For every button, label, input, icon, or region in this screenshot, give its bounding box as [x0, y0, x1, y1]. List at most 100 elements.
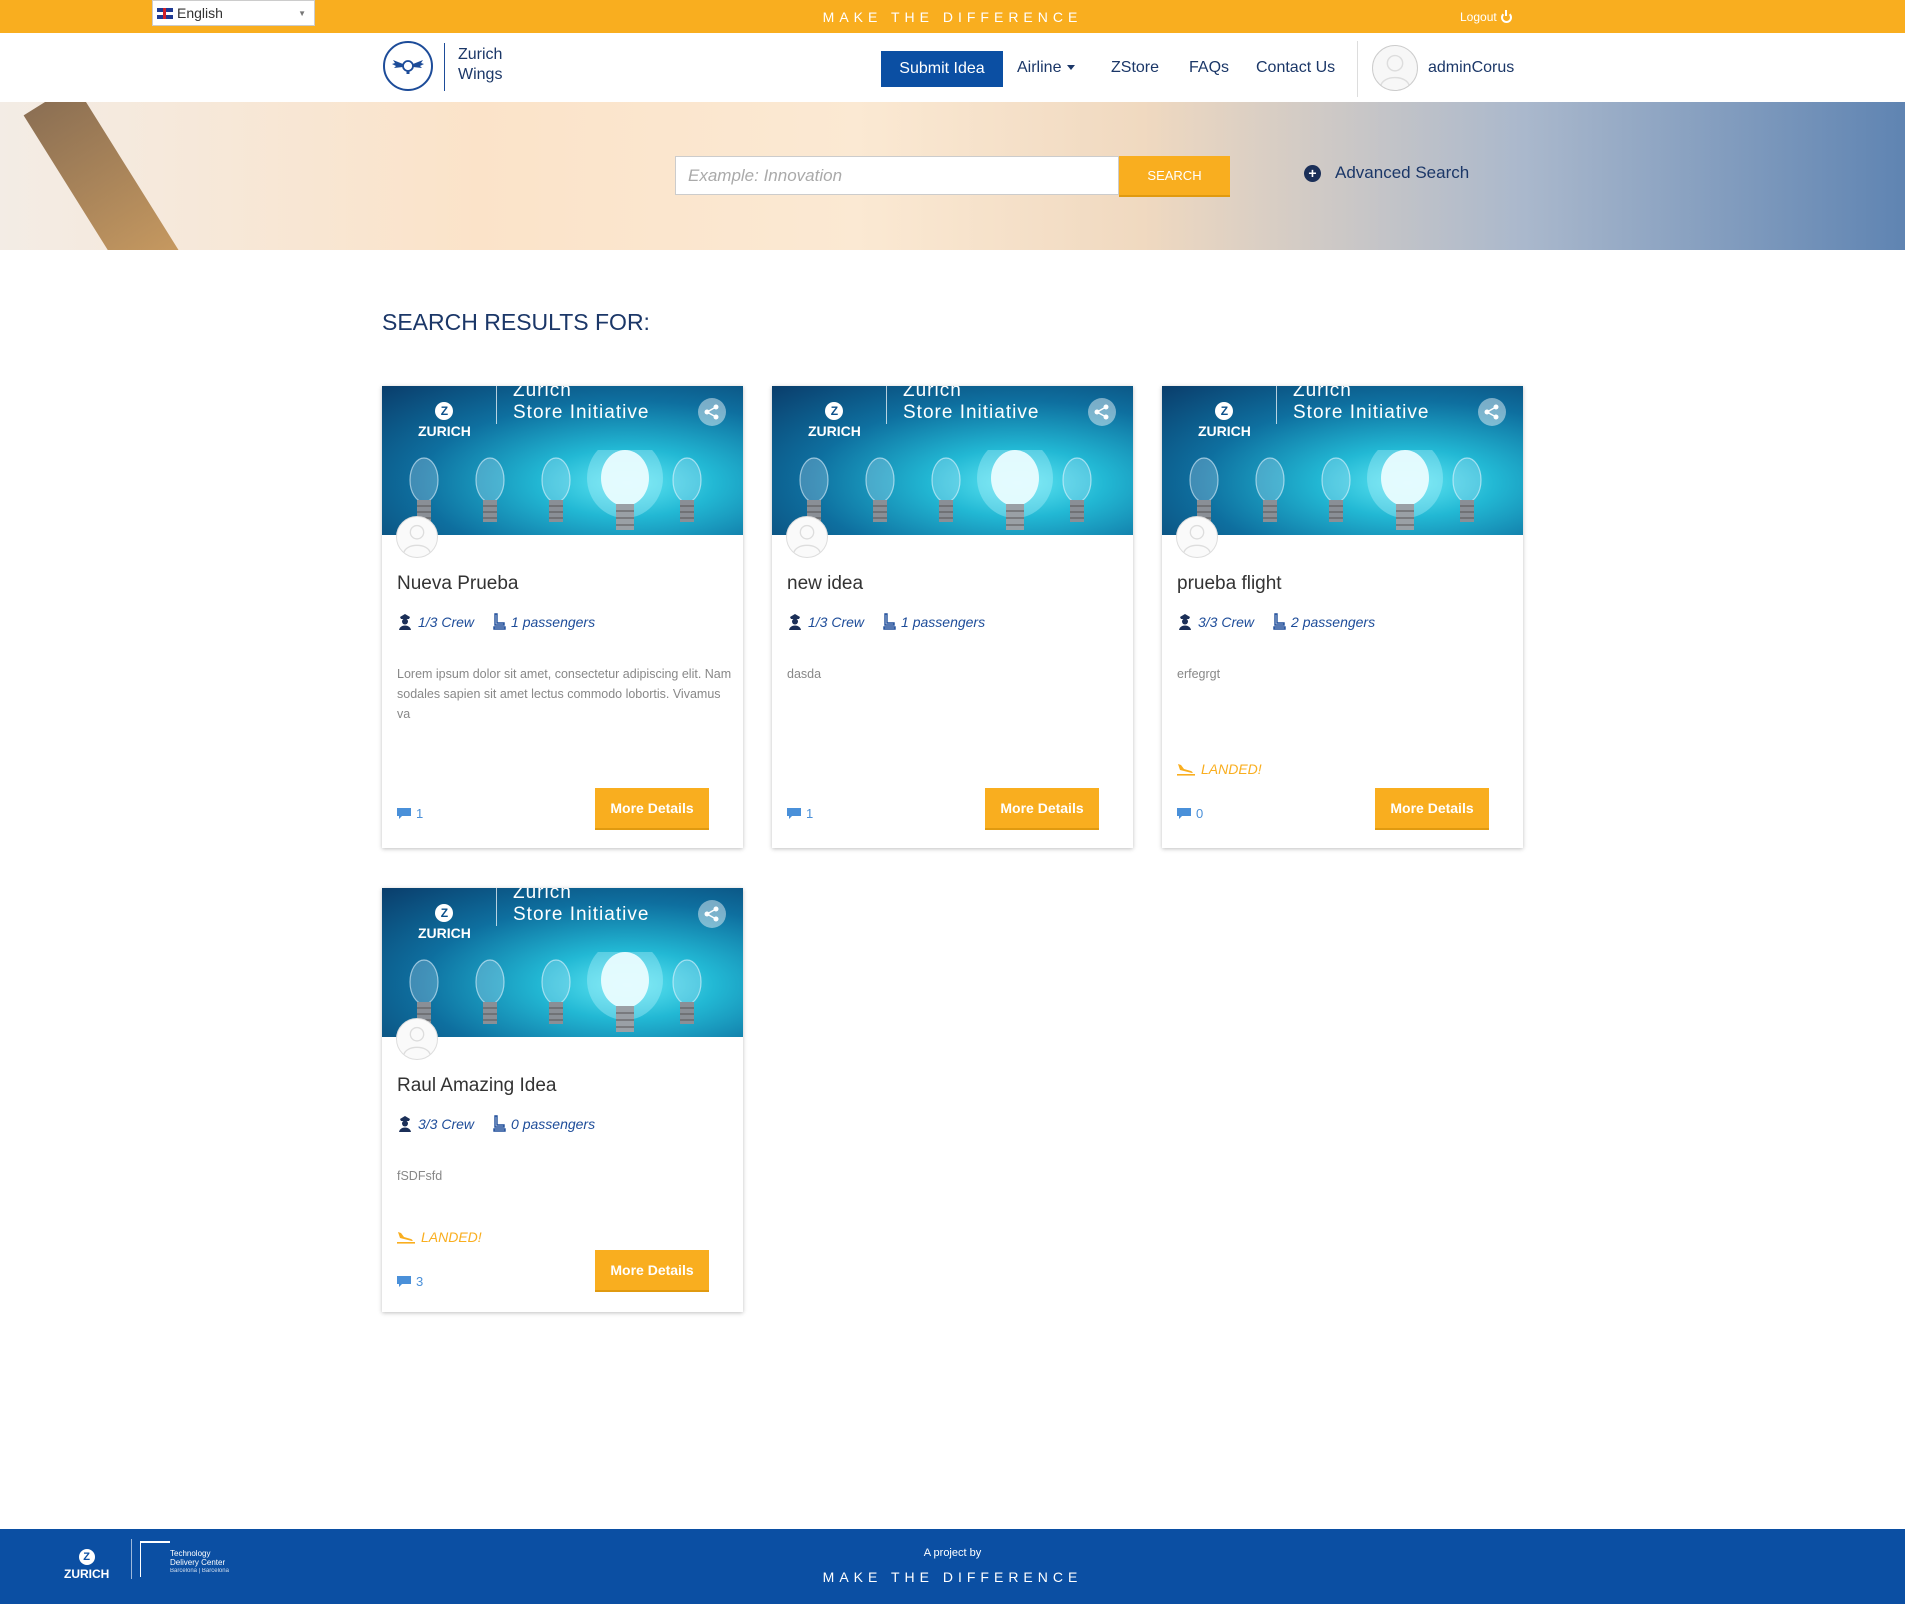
comment-icon: [397, 807, 411, 819]
user-placeholder-icon: [793, 524, 821, 554]
nav-contact-us[interactable]: Contact Us: [1256, 59, 1335, 77]
seat-icon: [1273, 613, 1286, 630]
card-description: dasda: [787, 667, 822, 681]
share-glyph-icon: [1094, 404, 1109, 420]
page-title: SEARCH RESULTS FOR:: [382, 309, 650, 335]
banner-title-line2: Store Initiative: [513, 904, 650, 925]
comment-icon: [1177, 807, 1191, 819]
idea-card: Z ZURICH Zurich Store Initiative Nueva Pru…: [382, 386, 743, 848]
zurich-z-icon: Z: [435, 402, 454, 420]
avatar[interactable]: [786, 516, 828, 558]
card-brand: ZURICH: [418, 925, 471, 941]
power-icon: [1500, 9, 1512, 23]
card-title[interactable]: Raul Amazing Idea: [397, 1075, 557, 1097]
user-placeholder-icon: [403, 524, 431, 554]
share-glyph-icon: [1484, 404, 1499, 420]
comments-label: 0: [1196, 806, 1204, 821]
card-banner-title: Zurich Store Initiative: [903, 386, 1039, 424]
footer-tagline: MAKE THE DIFFERENCE: [822, 1569, 1083, 1585]
comments-count[interactable]: 1: [787, 806, 813, 821]
advanced-search-label: Advanced Search: [1335, 163, 1470, 182]
card-banner-divider: [496, 888, 497, 926]
wings-logo-icon[interactable]: [383, 41, 433, 91]
pilot-icon: [399, 1116, 411, 1132]
zurich-z-icon: Z: [435, 904, 454, 922]
comments-count[interactable]: 0: [1177, 806, 1203, 821]
avatar[interactable]: [396, 516, 438, 558]
share-icon[interactable]: [698, 900, 726, 928]
pilot-icon: [399, 614, 411, 630]
nav-airline-label: Airline: [1017, 59, 1062, 76]
card-banner-image[interactable]: Z ZURICH Zurich Store Initiative: [382, 888, 743, 1037]
share-icon[interactable]: [1478, 398, 1506, 426]
landed-badge: LANDED!: [397, 1229, 482, 1245]
lightbulbs-illustration: [799, 450, 1092, 530]
crew-label: 3/3 Crew: [1198, 613, 1255, 630]
card-stats: 3/3 Crew 2 passengers: [1177, 613, 1375, 630]
card-banner-image[interactable]: Z ZURICH Zurich Store Initiative: [382, 386, 743, 535]
share-icon[interactable]: [698, 398, 726, 426]
nav-faqs[interactable]: FAQs: [1189, 59, 1229, 77]
brand-name[interactable]: Zurich Wings: [458, 45, 502, 85]
banner-title-line1: Zurich: [1293, 386, 1352, 401]
advanced-search-link[interactable]: + Advanced Search: [1304, 163, 1469, 183]
comments-label: 3: [416, 1274, 424, 1289]
user-placeholder-icon: [1379, 54, 1411, 87]
search-input[interactable]: [675, 156, 1119, 195]
more-details-button[interactable]: More Details: [595, 788, 709, 828]
comments-count[interactable]: 1: [397, 806, 423, 821]
seat-icon: [883, 613, 896, 630]
passengers-stat: 2 passengers: [1272, 613, 1375, 630]
card-zurich-logo: Z ZURICH: [1198, 402, 1251, 438]
passengers-label: 2 passengers: [1291, 613, 1376, 630]
passengers-stat: 0 passengers: [492, 1115, 595, 1132]
more-details-button[interactable]: More Details: [595, 1250, 709, 1290]
lightbulbs-illustration: [409, 952, 702, 1032]
passengers-label: 0 passengers: [511, 1115, 596, 1132]
nav-zstore[interactable]: ZStore: [1111, 59, 1159, 77]
user-placeholder-icon: [403, 1026, 431, 1056]
brand-line1: Zurich: [458, 46, 503, 63]
banner-title-line1: Zurich: [513, 888, 572, 903]
crew-stat: 3/3 Crew: [1177, 613, 1254, 630]
card-description: fSDFsfd: [397, 1169, 443, 1183]
more-details-button[interactable]: More Details: [1375, 788, 1489, 828]
comment-icon: [397, 1275, 411, 1287]
passengers-stat: 1 passengers: [492, 613, 595, 630]
passengers-label: 1 passengers: [901, 613, 986, 630]
submit-idea-button[interactable]: Submit Idea: [881, 51, 1003, 87]
card-banner-image[interactable]: Z ZURICH Zurich Store Initiative: [1162, 386, 1523, 535]
seat-icon: [493, 1115, 506, 1132]
pilot-icon: [1179, 614, 1191, 630]
card-brand: ZURICH: [808, 423, 861, 439]
idea-card: Z ZURICH Zurich Store Initiative new idea …: [772, 386, 1133, 848]
navbar: Zurich Wings Submit Idea Airline ZStore …: [0, 33, 1905, 102]
share-icon[interactable]: [1088, 398, 1116, 426]
avatar[interactable]: [1372, 45, 1418, 91]
username[interactable]: adminCorus: [1428, 59, 1514, 77]
comments-count[interactable]: 3: [397, 1274, 423, 1289]
nav-airline-dropdown[interactable]: Airline: [1017, 59, 1076, 77]
card-banner-divider: [496, 386, 497, 424]
avatar[interactable]: [396, 1018, 438, 1060]
search-button[interactable]: SEARCH: [1119, 156, 1230, 195]
footer: Z ZURICH Technology Delivery Center Barc…: [0, 1529, 1905, 1604]
card-banner-image[interactable]: Z ZURICH Zurich Store Initiative: [772, 386, 1133, 535]
card-banner-title: Zurich Store Initiative: [1293, 386, 1429, 424]
card-title[interactable]: new idea: [787, 573, 863, 595]
banner-title-line1: Zurich: [903, 386, 962, 401]
landed-badge: LANDED!: [1177, 761, 1262, 777]
card-banner-divider: [886, 386, 887, 424]
avatar[interactable]: [1176, 516, 1218, 558]
card-zurich-logo: Z ZURICH: [418, 402, 471, 438]
crew-label: 1/3 Crew: [418, 613, 475, 630]
card-zurich-logo: Z ZURICH: [808, 402, 861, 438]
card-title[interactable]: Nueva Prueba: [397, 573, 518, 595]
caret-down-icon: [1067, 65, 1076, 71]
banner-title-line2: Store Initiative: [1293, 402, 1430, 423]
card-title[interactable]: prueba flight: [1177, 573, 1282, 595]
card-banner-title: Zurich Store Initiative: [513, 888, 649, 926]
more-details-button[interactable]: More Details: [985, 788, 1099, 828]
plane-landing-icon: [397, 1232, 415, 1244]
logout-link[interactable]: Logout: [1460, 9, 1512, 24]
